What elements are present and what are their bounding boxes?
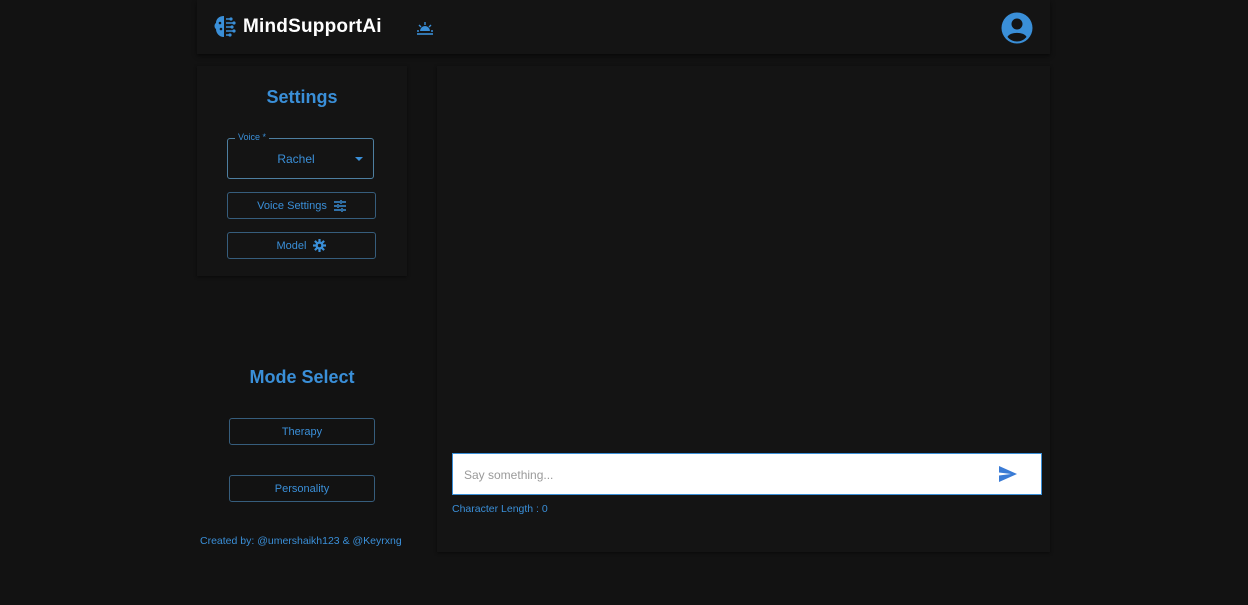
chat-input[interactable] (462, 454, 986, 496)
chat-input-box[interactable] (452, 453, 1042, 496)
model-button[interactable]: Model (227, 232, 376, 259)
voice-select[interactable]: Voice * Rachel (227, 132, 374, 179)
account-circle-icon[interactable] (1001, 12, 1033, 44)
send-icon[interactable] (998, 465, 1018, 483)
voice-label: Voice * (235, 132, 270, 142)
voice-settings-label: Voice Settings (257, 199, 327, 212)
credit-text: Created by: @umershaikh123 & @Keyrxng (200, 535, 402, 547)
chevron-down-icon (355, 157, 363, 161)
mode-select-title: Mode Select (249, 367, 355, 387)
model-label: Model (276, 239, 307, 252)
mode-therapy-button[interactable]: Therapy (229, 418, 375, 445)
settings-panel: Settings Voice * Rachel Voice Settings M… (197, 66, 407, 276)
mode-personality-button[interactable]: Personality (229, 475, 375, 502)
tune-icon (333, 199, 346, 212)
voice-settings-button[interactable]: Voice Settings (227, 192, 376, 219)
brand-name: MindSupportAi (243, 16, 382, 37)
voice-selected-value: Rachel (277, 152, 315, 166)
app-root: MindSupportAi Settings Voice * Rachel Vo… (0, 0, 1248, 605)
brand[interactable]: MindSupportAi (213, 14, 382, 40)
mode-personality-label: Personality (274, 482, 330, 495)
settings-title: Settings (266, 87, 338, 107)
brain-circuit-icon (214, 16, 236, 37)
gear-icon (313, 239, 327, 252)
mode-therapy-label: Therapy (281, 425, 323, 438)
top-bar: MindSupportAi (197, 0, 1050, 54)
mode-select-panel: Mode Select Therapy Personality (197, 355, 407, 535)
sunrise-icon[interactable] (416, 20, 434, 36)
character-length: Character Length : 0 (452, 503, 548, 515)
